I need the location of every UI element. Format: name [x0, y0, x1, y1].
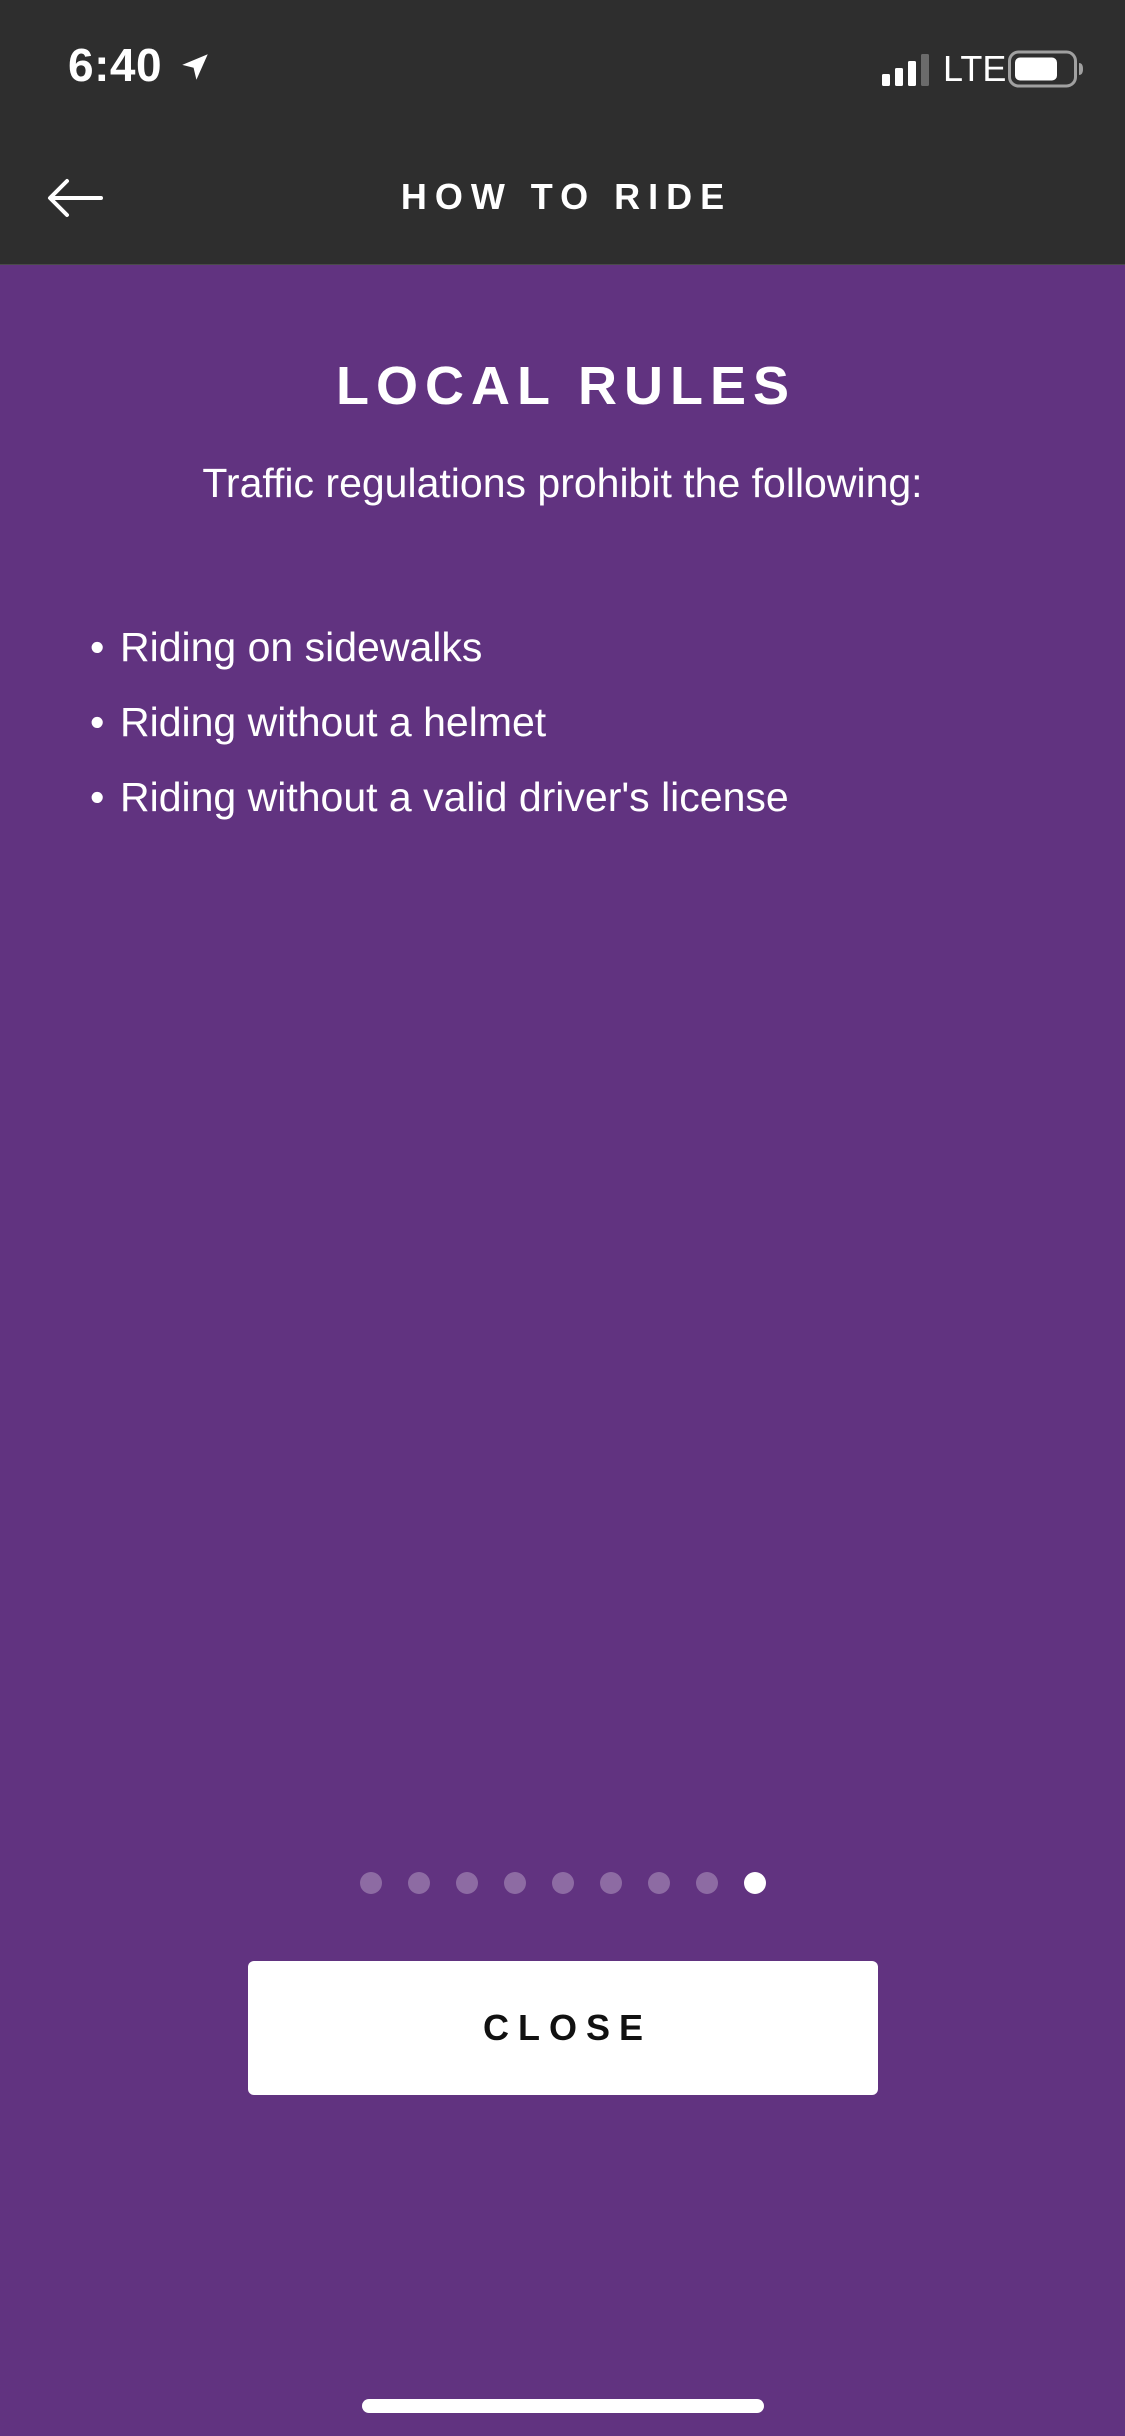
page-dot-1[interactable]	[359, 1872, 382, 1894]
bullet: •	[90, 699, 105, 745]
rule-item: • Riding without a helmet	[90, 685, 789, 760]
home-indicator[interactable]	[362, 2399, 764, 2413]
nav-bar: HOW TO RIDE	[0, 132, 1125, 265]
location-arrow-icon	[182, 54, 208, 80]
status-bar: 6:40 LTE	[0, 0, 1125, 132]
section-subtitle: Traffic regulations prohibit the followi…	[202, 460, 923, 506]
cellular-signal-icon	[882, 54, 929, 86]
page-dot-4[interactable]	[503, 1872, 526, 1894]
page-dot-9[interactable]	[743, 1872, 766, 1894]
close-label: CLOSE	[482, 2007, 652, 2048]
rules-list: • Riding on sidewalks • Riding without a h…	[90, 610, 789, 835]
nav-title: HOW TO RIDE	[400, 176, 733, 217]
page-dot-3[interactable]	[455, 1872, 478, 1894]
rule-item: • Riding without a valid driver's license	[90, 760, 789, 835]
rule-text: Riding on sidewalks	[120, 624, 483, 670]
rule-text: Riding without a helmet	[120, 699, 547, 745]
rules-panel: LOCAL RULES Traffic regulations prohibit…	[0, 265, 1125, 2436]
close-button[interactable]: CLOSE	[248, 1961, 878, 2095]
section-title: LOCAL RULES	[335, 356, 796, 416]
page-dot-7[interactable]	[647, 1872, 670, 1894]
how-to-ride-screen: 6:40 LTE HOW TO RIDE LOCAL RULES Traffic…	[0, 0, 1125, 2436]
page-dot-5[interactable]	[551, 1872, 574, 1894]
battery-icon	[1008, 50, 1083, 88]
rule-text: Riding without a valid driver's license	[120, 774, 789, 820]
page-dot-8[interactable]	[695, 1872, 718, 1894]
rule-item: • Riding on sidewalks	[90, 610, 789, 685]
bullet: •	[90, 774, 105, 820]
page-dot-2[interactable]	[407, 1872, 430, 1894]
network-type: LTE	[943, 48, 1007, 89]
status-time: 6:40	[68, 39, 163, 91]
page-dot-6[interactable]	[599, 1872, 622, 1894]
bullet: •	[90, 624, 105, 670]
page-indicator	[0, 1871, 1125, 1895]
